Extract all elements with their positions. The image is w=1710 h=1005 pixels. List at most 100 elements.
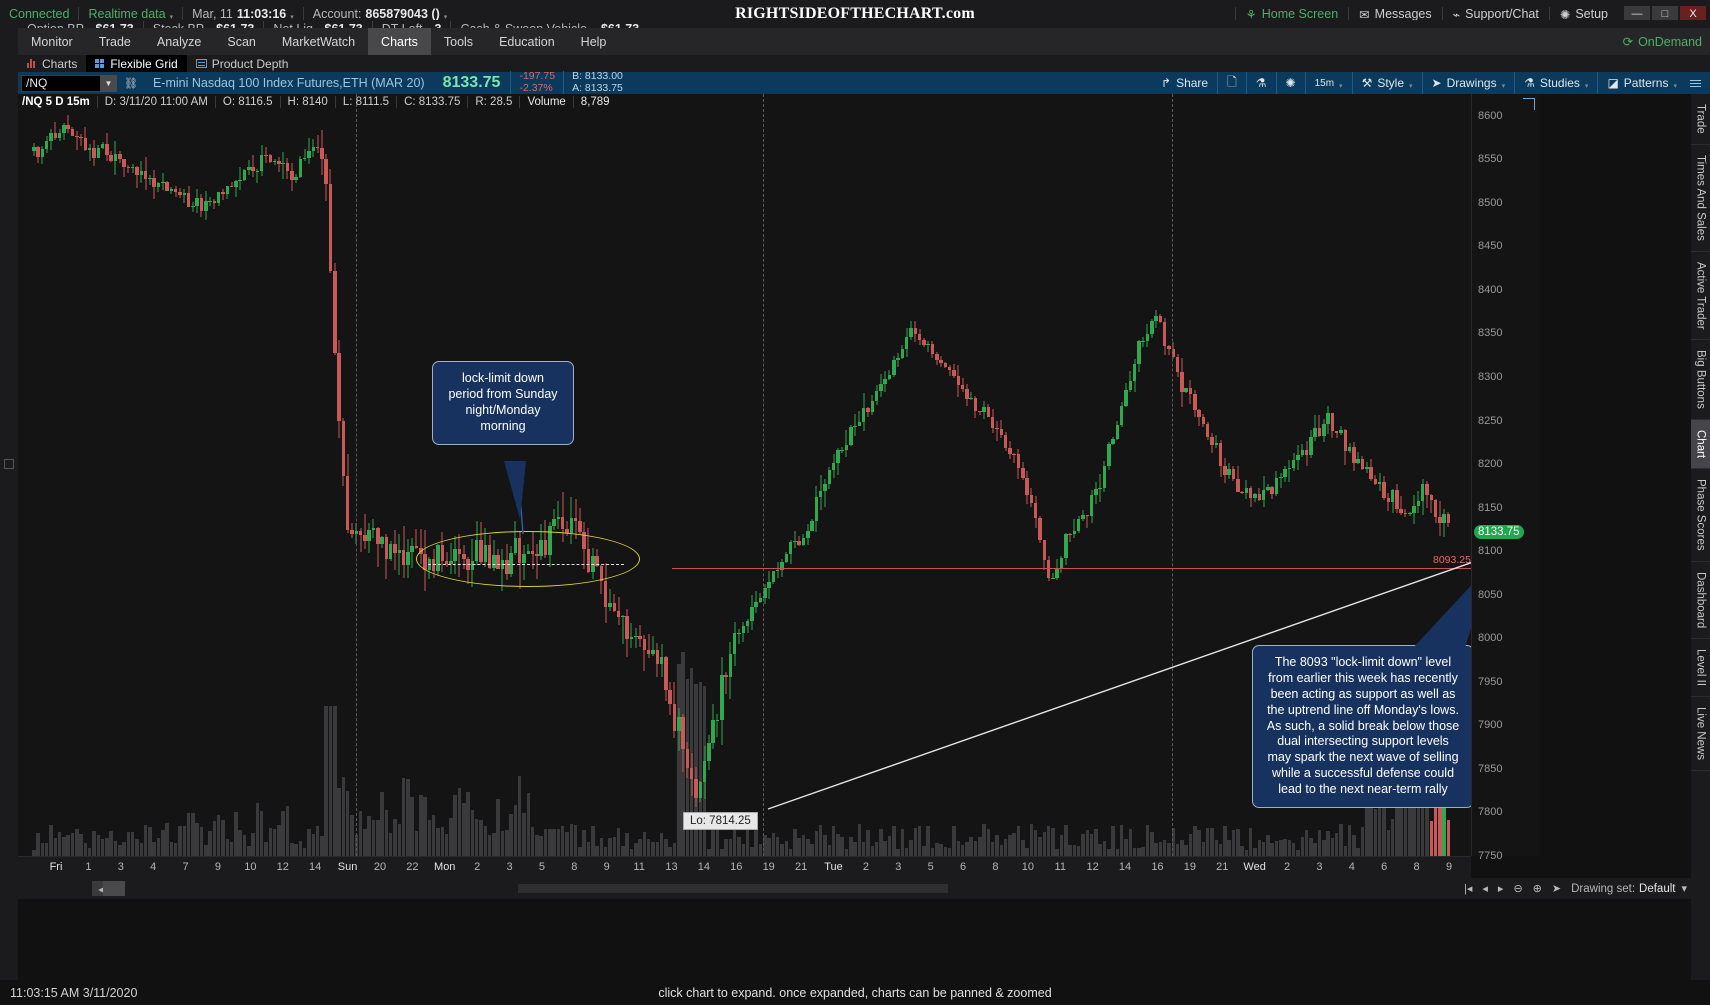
share-icon: ↱ xyxy=(1161,76,1172,90)
symbol-input[interactable]: /NQ xyxy=(21,74,101,92)
menu-item-marketwatch[interactable]: MarketWatch xyxy=(269,28,368,55)
time-tick: 7 xyxy=(182,861,189,873)
subtab-flexible-grid[interactable]: Flexible Grid xyxy=(86,55,187,72)
subtab-product-depth[interactable]: Product Depth xyxy=(187,55,298,72)
sidebar-item-times-and-sales[interactable]: Times And Sales xyxy=(1691,145,1710,252)
candle xyxy=(139,94,144,856)
drawings-button[interactable]: ➤ Drawings ▾ xyxy=(1421,72,1515,94)
candle xyxy=(1124,94,1128,856)
sidebar-item-phase-scores[interactable]: Phase Scores xyxy=(1691,469,1710,562)
ohlc-high: H: 8140 xyxy=(281,96,336,108)
studies-button[interactable]: ⚗ Studies ▾ xyxy=(1514,72,1597,94)
subtab-label: Charts xyxy=(42,56,78,71)
candle xyxy=(552,94,556,856)
ondemand-button[interactable]: ⟳ OnDemand xyxy=(1623,28,1702,55)
annotation-callout-8093-analysis[interactable]: The 8093 "lock-limit down" level from ea… xyxy=(1252,645,1471,808)
flask-icon: ⚗ xyxy=(1255,76,1267,90)
candle xyxy=(698,94,703,856)
time-axis[interactable]: Fri 1 3 4 7 9 10 12 14 Sun 20 22 Mon 2 3 5 8 9 11 13 14 16 19 2… xyxy=(18,856,1471,878)
sidebar-item-chart[interactable]: Chart xyxy=(1691,420,1710,470)
ohlc-info-row: /NQ 5 D 15m D: 3/11/20 11:00 AM O: 8116.… xyxy=(18,94,617,110)
candle xyxy=(707,94,711,856)
style-button[interactable]: ⚒ Style ▾ xyxy=(1351,72,1422,94)
link-icon[interactable]: ⛓ xyxy=(117,77,145,90)
menu-item-monitor[interactable]: Monitor xyxy=(18,28,86,55)
zoom-out-icon[interactable]: ⊖ xyxy=(1513,882,1522,895)
realtime-data-status[interactable]: Realtime data ▾ xyxy=(79,7,182,21)
candle xyxy=(1111,94,1115,856)
chart-thumbnail[interactable] xyxy=(103,881,125,896)
price-axis[interactable]: 8600 8550 8500 8450 8400 8350 8300 8250 8200 8150… xyxy=(1471,94,1539,862)
time-tick: 2 xyxy=(862,861,869,873)
nav-next-icon[interactable]: ▸ xyxy=(1498,882,1504,895)
menu-item-help[interactable]: Help xyxy=(568,28,620,55)
horizontal-scrollbar[interactable] xyxy=(518,884,948,893)
price-tick: 8450 xyxy=(1478,240,1503,253)
menu-item-trade[interactable]: Trade xyxy=(86,28,144,55)
candle xyxy=(887,94,892,856)
candle xyxy=(952,94,956,856)
drawing-set-chevron-icon[interactable]: ▾ xyxy=(1681,882,1687,895)
candle xyxy=(1046,94,1051,856)
price-chart-canvas[interactable]: 8093.25 lock-limit down period from Sund… xyxy=(18,94,1471,856)
symbol-dropdown-button[interactable]: ▼ xyxy=(100,74,117,92)
candle xyxy=(204,94,208,856)
candle xyxy=(264,94,268,856)
candle xyxy=(302,94,307,856)
candle xyxy=(621,94,625,856)
chart-status-bar: ◂ |◂ ◂ ▸ ⊖ ⊕ ➤ Drawing set: Default ▾ xyxy=(18,878,1691,899)
candle xyxy=(363,94,367,856)
drawing-set-value[interactable]: Default xyxy=(1639,883,1675,895)
sidebar-item-active-trader[interactable]: Active Trader xyxy=(1691,252,1710,341)
candle xyxy=(767,94,771,856)
chevron-down-icon: ▼ xyxy=(104,78,113,88)
lock-limit-highlight-ellipse[interactable] xyxy=(416,531,640,587)
candle xyxy=(195,94,199,856)
session-low-label: Lo: 7814.25 xyxy=(683,812,758,830)
flask-button[interactable]: ⚗ xyxy=(1245,72,1276,94)
style-icon: ⚒ xyxy=(1361,76,1373,90)
subtab-charts[interactable]: Charts xyxy=(18,55,86,72)
candle xyxy=(1085,94,1090,856)
menu-item-tools[interactable]: Tools xyxy=(431,28,486,55)
ohlc-open-label: O: 8116.5 xyxy=(222,96,273,108)
ohlc-date-label: D: 3/11/20 11:00 AM xyxy=(104,96,208,108)
expand-icon[interactable] xyxy=(1523,98,1535,110)
menu-item-education[interactable]: Education xyxy=(486,28,568,55)
sidebar-item-live-news[interactable]: Live News xyxy=(1691,697,1710,772)
nav-prev-icon[interactable]: ◂ xyxy=(1482,882,1488,895)
volume-value-seg: 8,789 xyxy=(574,96,617,108)
clock[interactable]: Mar, 11 11:03:16 ▾ xyxy=(183,7,303,21)
sidebar-item-trade[interactable]: Trade xyxy=(1691,94,1710,145)
patterns-button[interactable]: ◪ Patterns ▾ xyxy=(1597,72,1686,94)
studies-label: Studies xyxy=(1539,76,1580,90)
support-level-line[interactable] xyxy=(672,568,1471,569)
save-button[interactable]: 🗋 xyxy=(1217,72,1246,94)
drawing-set-label: Drawing set: xyxy=(1571,882,1636,895)
account-value: 865879043 () xyxy=(365,7,440,21)
home-screen-label: Home Screen xyxy=(1261,7,1339,21)
nav-first-icon[interactable]: |◂ xyxy=(1464,882,1472,895)
chart-menu-icon[interactable] xyxy=(1690,72,1706,94)
price-tick: 7950 xyxy=(1478,675,1503,688)
zoom-in-icon[interactable]: ⊕ xyxy=(1533,882,1542,895)
chart-settings-button[interactable]: ✺ xyxy=(1275,72,1305,94)
timeframe-button[interactable]: 15m ▾ xyxy=(1304,72,1352,94)
cursor-tool-icon[interactable]: ➤ xyxy=(1552,882,1561,895)
ohlc-high-label: H: 8140 xyxy=(287,96,328,108)
annotation-callout-lock-limit[interactable]: lock-limit down period from Sunday night… xyxy=(432,361,574,445)
menu-item-analyze[interactable]: Analyze xyxy=(144,28,214,55)
candle xyxy=(216,94,221,856)
sidebar-item-level-ii[interactable]: Level II xyxy=(1691,639,1710,698)
sidebar-item-big-buttons[interactable]: Big Buttons xyxy=(1691,340,1710,421)
menu-item-charts[interactable]: Charts xyxy=(368,28,431,55)
ondemand-icon: ⟳ xyxy=(1622,35,1634,49)
sidebar-item-dashboard[interactable]: Dashboard xyxy=(1691,562,1710,640)
account-selector[interactable]: Account: 865879043 () ▾ xyxy=(304,7,457,21)
candle xyxy=(324,94,328,856)
candle xyxy=(917,94,922,856)
menu-item-scan[interactable]: Scan xyxy=(214,28,269,55)
share-button[interactable]: ↱ Share xyxy=(1152,72,1217,94)
candle xyxy=(595,94,599,856)
candle xyxy=(285,94,290,856)
